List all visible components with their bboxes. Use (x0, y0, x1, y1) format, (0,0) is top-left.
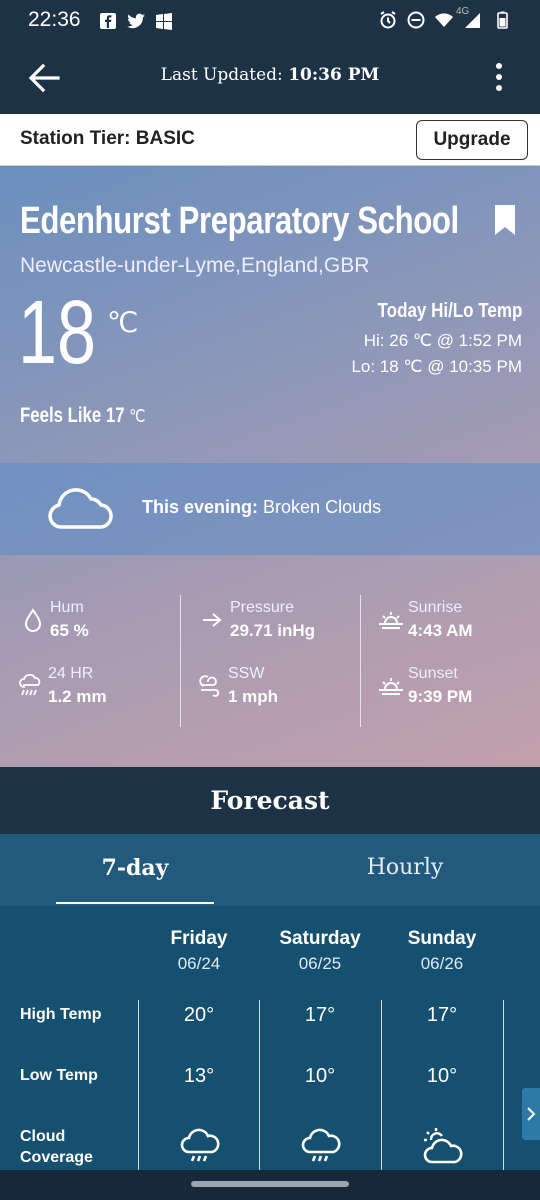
sunset-value: 9:39 PM (408, 687, 473, 706)
condition-prefix: This evening: (142, 497, 259, 517)
feels-like: Feels Like 17 ℃ (20, 404, 145, 428)
tier-bar: Station Tier: BASIC Upgrade (0, 114, 540, 166)
day-name: Saturday (279, 928, 361, 949)
last-updated-label: Last Updated: (160, 65, 283, 85)
humidity-label: Hum (50, 599, 84, 616)
windows-icon (156, 13, 172, 30)
station-name: Edenhurst Preparatory School (20, 200, 459, 242)
sunset-label: Sunset (408, 665, 458, 682)
day-high-temp: 17° (426, 1004, 458, 1026)
column-divider (503, 1000, 504, 1170)
pressure-label: Pressure (230, 599, 295, 616)
system-nav-bar (0, 1170, 540, 1200)
today-high: Hi: 26 ℃ @ 1:52 PM (363, 331, 522, 350)
rain-cloud-icon (180, 1128, 220, 1162)
sunrise-icon (379, 612, 403, 629)
home-gesture-pill[interactable] (191, 1181, 349, 1187)
station-tier-label: Station Tier: BASIC (20, 128, 195, 149)
forecast-tabs: 7-day Hourly (0, 834, 540, 906)
last-updated-time: 10:36 PM (288, 65, 380, 85)
arrow-right-icon (203, 613, 222, 627)
row-label-high: High Temp (20, 1006, 102, 1023)
day-date: 06/24 (177, 954, 221, 973)
wind-direction-label: SSW (228, 665, 265, 682)
cloud-icon (48, 488, 113, 529)
battery-icon (497, 11, 508, 29)
day-name: Friday (170, 928, 228, 949)
alarm-icon (380, 11, 396, 29)
chevron-right-icon (527, 1107, 536, 1121)
row-label-cloud: Cloud Coverage (20, 1128, 93, 1166)
rain-cloud-icon (19, 673, 41, 696)
day-date: 06/25 (298, 954, 342, 973)
stats-panel: Hum 65 % Pressure 29.71 inHg Sunrise 4:4… (0, 555, 540, 767)
pressure-value: 29.71 inHg (230, 621, 316, 640)
humidity-value: 65 % (50, 621, 89, 640)
condition-value: Broken Clouds (263, 497, 382, 517)
current-temperature: 18 (18, 283, 97, 383)
condition-text: This evening: Broken Clouds (142, 497, 381, 518)
wind-icon (199, 675, 220, 697)
do-not-disturb-icon (407, 11, 425, 29)
day-high-temp: 20° (183, 1004, 215, 1026)
day-high-temp: 17° (304, 1004, 336, 1026)
more-options-icon[interactable] (494, 60, 504, 96)
sunrise-label: Sunrise (408, 599, 463, 616)
rainfall-label: 24 HR (48, 665, 94, 682)
sunrise-value: 4:43 AM (408, 621, 473, 640)
status-bar: 22:36 4G (0, 0, 540, 42)
day-low-temp: 10° (426, 1065, 458, 1087)
condition-band: This evening: Broken Clouds (0, 463, 540, 555)
app-bar: Last Updated: 10:36 PM (0, 42, 540, 114)
temperature-unit: ℃ (107, 307, 139, 338)
day-name: Sunday (407, 928, 477, 949)
day-low-temp: 10° (304, 1065, 336, 1087)
row-label-low: Low Temp (20, 1067, 98, 1084)
feels-like-label: Feels Like 17 (20, 404, 125, 427)
status-time: 22:36 (28, 8, 81, 31)
divider (180, 595, 181, 727)
wifi-icon (435, 13, 453, 27)
twitter-icon (127, 13, 145, 29)
upgrade-button[interactable]: Upgrade (416, 120, 528, 160)
active-tab-indicator (56, 902, 214, 904)
wind-speed-value: 1 mph (228, 687, 279, 706)
forecast-title: Forecast (0, 767, 540, 834)
tab-7-day[interactable]: 7-day (0, 834, 270, 906)
scroll-next-button[interactable] (522, 1088, 540, 1140)
rain-cloud-icon (301, 1128, 341, 1162)
today-low: Lo: 18 ℃ @ 10:35 PM (351, 357, 522, 376)
sunset-icon (379, 678, 403, 695)
facebook-icon (100, 13, 116, 29)
feels-like-unit: ℃ (129, 406, 146, 426)
bookmark-icon[interactable] (494, 204, 516, 236)
droplet-icon (24, 608, 42, 632)
rainfall-value: 1.2 mm (48, 687, 107, 706)
hilo-title: Today Hi/Lo Temp (377, 300, 522, 322)
day-date: 06/26 (420, 954, 464, 973)
day-low-temp: 13° (183, 1065, 215, 1087)
station-location: Newcastle-under-Lyme,England,GBR (20, 254, 370, 277)
last-updated: Last Updated: 10:36 PM (0, 65, 540, 85)
current-conditions-panel: Edenhurst Preparatory School Newcastle-u… (0, 166, 540, 767)
forecast-grid[interactable]: High Temp Low Temp Cloud Coverage Friday… (0, 906, 540, 1170)
divider (360, 595, 361, 727)
tab-hourly[interactable]: Hourly (270, 834, 540, 906)
partly-cloudy-icon (423, 1128, 463, 1164)
network-type-label: 4G (456, 6, 470, 17)
